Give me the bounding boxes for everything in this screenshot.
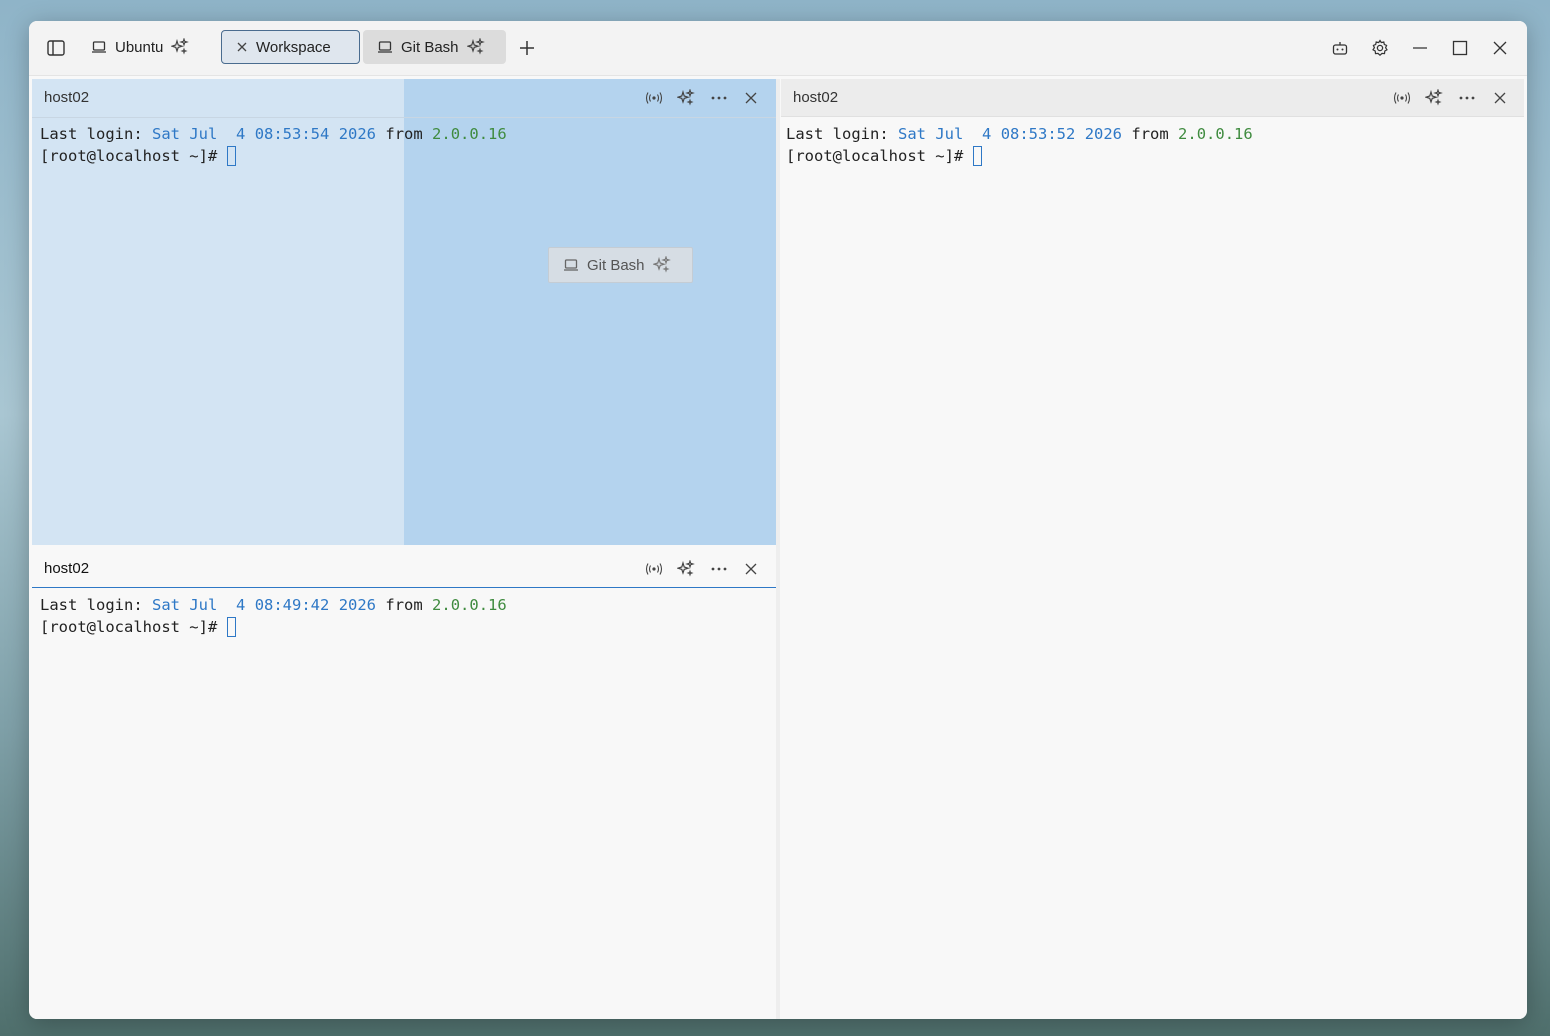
shell-prompt: [root@localhost ~]# (786, 147, 964, 165)
login-date: 4 (236, 596, 246, 614)
tab-git-bash[interactable]: Git Bash (363, 30, 506, 64)
login-time: 08:53:54 (254, 125, 330, 143)
login-label: Last login: (40, 596, 152, 614)
login-ip: 2.0.0.16 (432, 125, 507, 143)
terminal-cursor (226, 146, 236, 166)
terminal-pane-bottom-left[interactable]: host02 Last login: Sat Jul 4 08:49:42 20… (32, 550, 776, 1019)
pane-title: host02 (793, 89, 839, 106)
gear-icon[interactable] (1369, 38, 1391, 58)
drag-ghost-label: Git Bash (587, 256, 645, 274)
minimize-icon[interactable] (1409, 38, 1431, 58)
login-time: 08:49:42 (254, 596, 330, 614)
login-ip: 2.0.0.16 (432, 596, 507, 614)
more-options-icon[interactable] (1457, 89, 1477, 107)
pane-header: host02 (32, 550, 776, 588)
broadcast-icon[interactable] (1392, 89, 1412, 107)
laptop-icon (91, 40, 107, 54)
close-window-icon[interactable] (1489, 38, 1511, 58)
close-pane-icon[interactable] (1490, 89, 1510, 107)
new-tab-plus-icon[interactable] (516, 37, 538, 59)
close-icon[interactable] (236, 41, 248, 53)
sidebar-toggle-icon[interactable] (45, 38, 67, 58)
sparkle-icon[interactable] (676, 559, 696, 579)
login-from: from (385, 125, 423, 143)
login-month: Jul (189, 596, 218, 614)
drag-ghost-tab: Git Bash (548, 247, 693, 283)
robot-icon[interactable] (1329, 38, 1351, 58)
login-month: Jul (935, 125, 964, 143)
terminal-pane-top-left[interactable]: host02 Last login: Sat Jul 4 08:53:54 20… (32, 79, 776, 545)
login-label: Last login: (40, 125, 152, 143)
login-from: from (1131, 125, 1169, 143)
login-time: 08:53:52 (1000, 125, 1076, 143)
laptop-icon (377, 40, 393, 54)
terminal-cursor (972, 146, 982, 166)
login-day: Sat (897, 125, 926, 143)
login-month: Jul (189, 125, 218, 143)
terminal-cursor (226, 617, 236, 637)
terminal-output[interactable]: Last login: Sat Jul 4 08:49:42 2026 from… (40, 594, 507, 638)
pane-title: host02 (44, 560, 90, 577)
login-year: 2026 (1084, 125, 1123, 143)
login-label: Last login: (786, 125, 898, 143)
tab-label: Ubuntu (115, 38, 164, 56)
pane-header-divider (32, 117, 776, 118)
tab-workspace[interactable]: Workspace (221, 30, 360, 64)
sparkle-icon[interactable] (171, 38, 190, 56)
pane-header: host02 (781, 79, 1524, 117)
terminal-output[interactable]: Last login: Sat Jul 4 08:53:54 2026 from… (40, 123, 507, 167)
maximize-icon[interactable] (1449, 38, 1471, 58)
tab-label: Workspace (256, 38, 331, 56)
close-pane-icon[interactable] (741, 89, 761, 107)
title-bar: Ubuntu Workspace Git Bash (29, 21, 1527, 76)
shell-prompt: [root@localhost ~]# (40, 147, 218, 165)
sparkle-icon[interactable] (466, 38, 485, 56)
login-year: 2026 (338, 125, 377, 143)
login-day: Sat (151, 125, 180, 143)
pane-splitter[interactable] (776, 79, 780, 1019)
login-from: from (385, 596, 423, 614)
sparkle-icon[interactable] (676, 88, 696, 108)
pane-title: host02 (44, 89, 90, 106)
close-pane-icon[interactable] (741, 560, 761, 578)
terminal-window: Ubuntu Workspace Git Bash host02 Last lo… (29, 21, 1527, 1019)
login-date: 4 (236, 125, 246, 143)
login-year: 2026 (338, 596, 377, 614)
pane-header: host02 (32, 79, 776, 117)
tab-label: Git Bash (401, 38, 459, 56)
terminal-pane-right[interactable]: host02 Last login: Sat Jul 4 08:53:52 20… (781, 79, 1524, 1019)
login-date: 4 (982, 125, 992, 143)
more-options-icon[interactable] (709, 560, 729, 578)
more-options-icon[interactable] (709, 89, 729, 107)
sparkle-icon[interactable] (1424, 88, 1444, 108)
tab-ubuntu[interactable]: Ubuntu (91, 30, 211, 64)
terminal-output[interactable]: Last login: Sat Jul 4 08:53:52 2026 from… (786, 123, 1253, 167)
login-day: Sat (151, 596, 180, 614)
shell-prompt: [root@localhost ~]# (40, 618, 218, 636)
login-ip: 2.0.0.16 (1178, 125, 1253, 143)
laptop-icon (563, 258, 579, 272)
broadcast-icon[interactable] (644, 560, 664, 578)
sparkle-icon (652, 256, 671, 274)
broadcast-icon[interactable] (644, 89, 664, 107)
